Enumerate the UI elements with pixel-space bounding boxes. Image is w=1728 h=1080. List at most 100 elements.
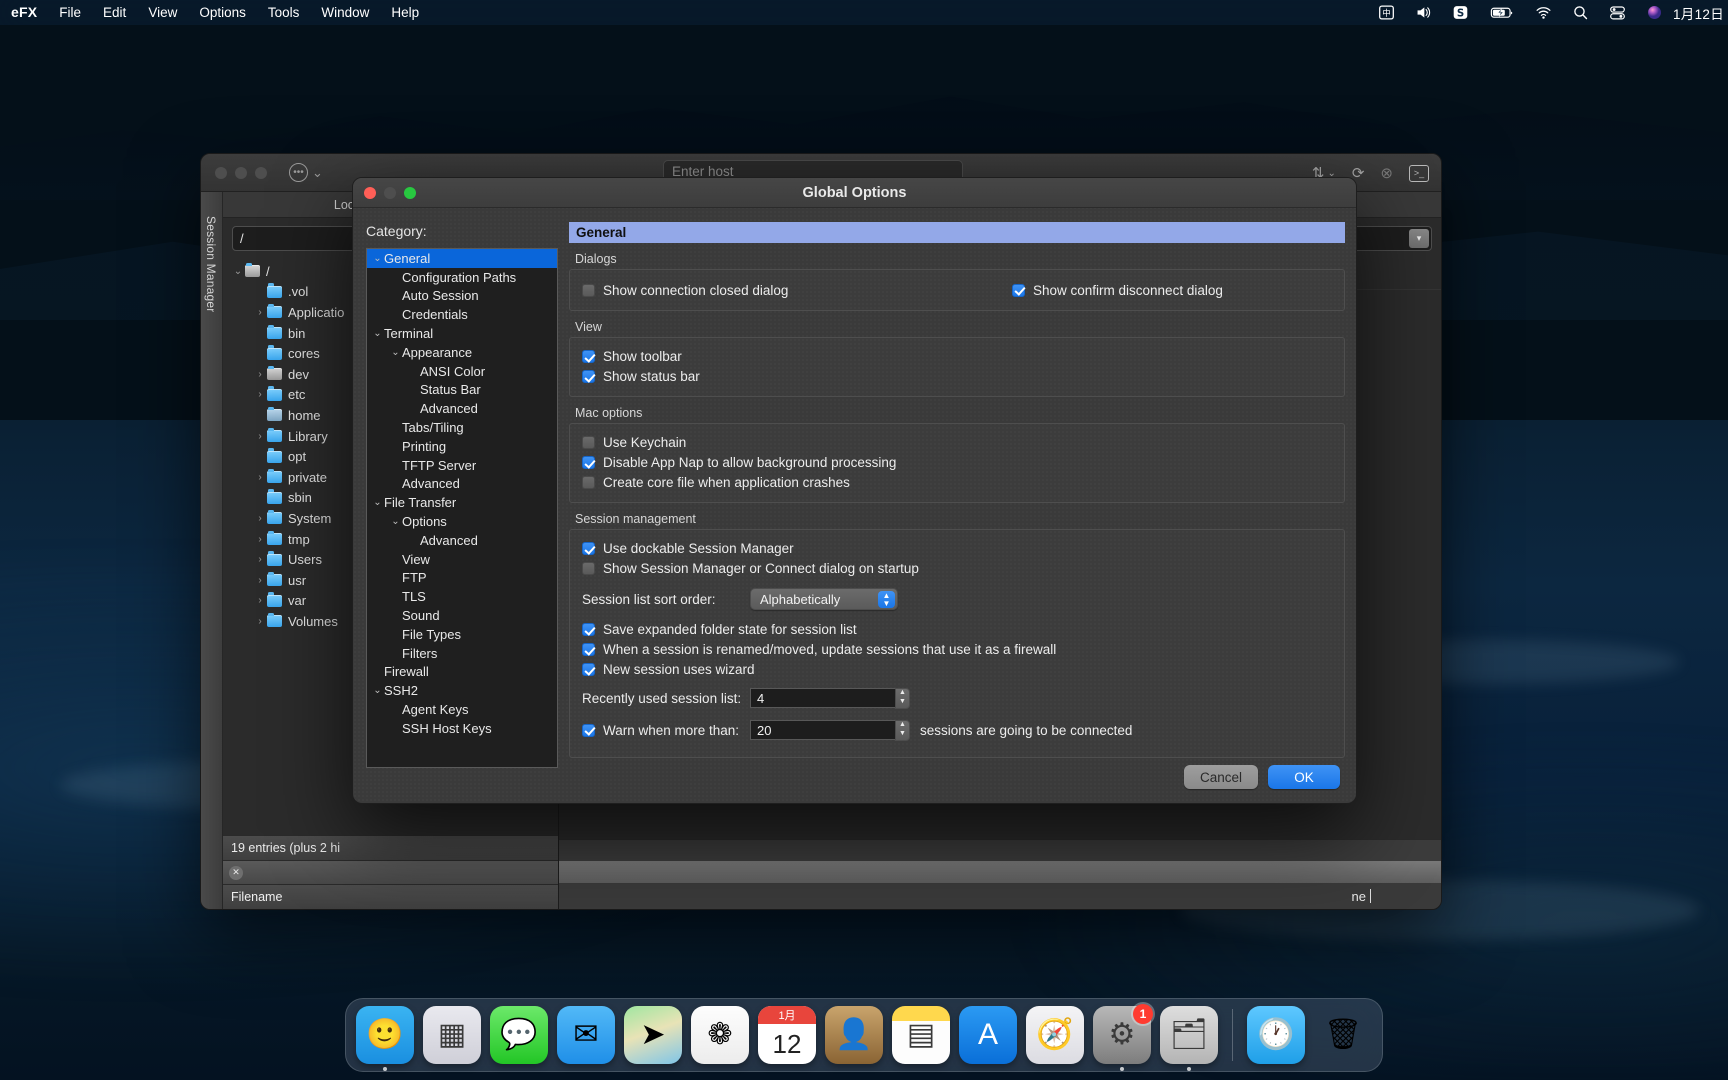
category-item-filters[interactable]: Filters — [367, 644, 557, 663]
sort-order-select[interactable]: Alphabetically ▲ ▼ — [750, 588, 898, 610]
checkbox-box[interactable] — [582, 350, 595, 363]
category-tree[interactable]: ⌄ General Configuration Paths Auto Session C… — [366, 248, 558, 768]
disconnect-icon[interactable]: ⊗ — [1380, 164, 1393, 182]
category-item-file-types[interactable]: File Types — [367, 625, 557, 644]
chevron-right-icon[interactable]: › — [253, 575, 267, 586]
chevron-down-icon[interactable]: ⌄ — [371, 253, 384, 264]
checkbox-create-core-file[interactable]: Create core file when application crashe… — [582, 473, 1332, 492]
dock[interactable]: 🙂 ▦ 💬 ✉ ➤ ❁ 1月 12 👤 ▤ A 🧭 ⚙ 1 🗂 🕐 🗑 — [345, 998, 1383, 1072]
category-item-credentials[interactable]: Credentials — [367, 305, 557, 324]
category-item-printing[interactable]: Printing — [367, 437, 557, 456]
remote-filter-bar[interactable] — [559, 861, 1441, 883]
category-item-tftp-server[interactable]: TFTP Server — [367, 456, 557, 475]
checkbox-box[interactable] — [582, 370, 595, 383]
sogou-icon[interactable]: S — [1442, 0, 1479, 25]
chevron-right-icon[interactable]: › — [253, 431, 267, 442]
checkbox-use-keychain[interactable]: Use Keychain — [582, 433, 1332, 452]
menu-item-tools[interactable]: Tools — [257, 0, 311, 25]
stepper-arrows-icon[interactable]: ▲ ▼ — [895, 719, 910, 741]
checkbox-box[interactable] — [582, 456, 595, 469]
category-item-auto-session[interactable]: Auto Session — [367, 287, 557, 306]
terminal-icon[interactable]: >_ — [1409, 164, 1429, 182]
checkbox-box[interactable] — [582, 723, 595, 737]
wifi-icon[interactable] — [1525, 0, 1562, 25]
control-center-icon[interactable] — [1599, 0, 1636, 25]
menu-clock[interactable]: 1月12日 — [1673, 3, 1728, 23]
chevron-right-icon[interactable]: › — [253, 472, 267, 483]
menu-item-options[interactable]: Options — [188, 0, 257, 25]
close-icon[interactable] — [215, 166, 227, 179]
dock-item-safari[interactable]: 🧭 — [1026, 1006, 1084, 1064]
checkbox-show-confirm-disconnect-dialog[interactable]: Show confirm disconnect dialog — [1012, 281, 1223, 300]
menu-app-name[interactable]: eFX — [0, 0, 48, 25]
filename-column-header[interactable]: Filename — [223, 884, 558, 909]
warn-threshold-input[interactable]: 20 — [750, 720, 895, 740]
category-item-view[interactable]: View — [367, 550, 557, 569]
category-item-ssh2[interactable]: ⌄ SSH2 — [367, 681, 557, 700]
minimize-icon[interactable] — [235, 166, 247, 179]
dock-item-finder[interactable]: 🙂 — [356, 1006, 414, 1071]
dock-item-mail[interactable]: ✉ — [557, 1006, 615, 1064]
chevron-right-icon[interactable]: › — [253, 616, 267, 627]
category-item-tls[interactable]: TLS — [367, 587, 557, 606]
category-item-status-bar[interactable]: Status Bar — [367, 381, 557, 400]
checkbox-box[interactable] — [582, 623, 595, 636]
chevron-right-icon[interactable]: › — [253, 534, 267, 545]
search-icon[interactable] — [1562, 0, 1599, 25]
checkbox-show-toolbar[interactable]: Show toolbar — [582, 347, 1332, 366]
chevron-right-icon[interactable]: › — [253, 554, 267, 565]
input-source-icon[interactable]: 中 — [1368, 0, 1405, 25]
category-item-agent-keys[interactable]: Agent Keys — [367, 700, 557, 719]
recent-session-input[interactable]: 4 — [750, 688, 895, 708]
menu-item-window[interactable]: Window — [310, 0, 380, 25]
checkbox-box[interactable] — [1012, 283, 1025, 297]
dock-item-launchpad[interactable]: ▦ — [423, 1006, 481, 1064]
checkbox-show-status-bar[interactable]: Show status bar — [582, 367, 1332, 386]
dock-item-app-store[interactable]: A — [959, 1006, 1017, 1064]
remote-column-header[interactable]: ne — [559, 883, 1441, 909]
ok-button[interactable]: OK — [1268, 765, 1340, 789]
category-item-configuration-paths[interactable]: Configuration Paths — [367, 268, 557, 287]
chevron-right-icon[interactable]: › — [253, 595, 267, 606]
menu-item-edit[interactable]: Edit — [92, 0, 137, 25]
clear-filter-icon[interactable]: ✕ — [229, 865, 243, 880]
recent-session-stepper[interactable]: 4 ▲ ▼ — [750, 687, 910, 709]
menu-item-help[interactable]: Help — [380, 0, 430, 25]
dock-item-maps[interactable]: ➤ — [624, 1006, 682, 1064]
chevron-down-icon[interactable]: ▾ — [1409, 229, 1429, 248]
battery-icon[interactable] — [1479, 0, 1525, 25]
more-options-icon[interactable]: ••• — [289, 163, 308, 182]
warn-threshold-stepper[interactable]: 20 ▲ ▼ — [750, 719, 910, 741]
category-item-options[interactable]: ⌄ Options — [367, 512, 557, 531]
dock-item-system-preferences[interactable]: ⚙ 1 — [1093, 1004, 1153, 1071]
checkbox-box[interactable] — [582, 562, 595, 575]
checkbox-update-firewall-sessions[interactable]: When a session is renamed/moved, update … — [582, 640, 1332, 659]
dock-item-notes[interactable]: ▤ — [892, 1006, 950, 1064]
checkbox-save-expanded-folder-state[interactable]: Save expanded folder state for session l… — [582, 620, 1332, 639]
chevron-down-icon[interactable]: ⌄ — [231, 266, 245, 277]
category-item-sound[interactable]: Sound — [367, 606, 557, 625]
dock-item-calendar[interactable]: 1月 12 — [758, 1006, 816, 1064]
category-item-ssh-host-keys[interactable]: SSH Host Keys — [367, 719, 557, 738]
category-item-general[interactable]: ⌄ General — [367, 249, 557, 268]
checkbox-box[interactable] — [582, 663, 595, 676]
checkbox-disable-app-nap[interactable]: Disable App Nap to allow background proc… — [582, 453, 1332, 472]
stepper-arrows-icon[interactable]: ▲ ▼ — [895, 687, 910, 709]
category-item-advanced[interactable]: Advanced — [367, 531, 557, 550]
dock-item-photos[interactable]: ❁ — [691, 1006, 749, 1064]
checkbox-box[interactable] — [582, 283, 595, 297]
checkbox-box[interactable] — [582, 542, 595, 555]
category-item-tabs-tiling[interactable]: Tabs/Tiling — [367, 418, 557, 437]
category-item-firewall[interactable]: Firewall — [367, 663, 557, 682]
category-item-file-transfer[interactable]: ⌄ File Transfer — [367, 493, 557, 512]
checkbox-warn-when-more-than[interactable]: Warn when more than: — [582, 721, 750, 740]
chevron-down-icon[interactable]: ⌄ — [371, 497, 384, 508]
chevron-up-down-icon[interactable]: ▲ ▼ — [878, 591, 895, 608]
checkbox-box[interactable] — [582, 436, 595, 449]
menu-item-file[interactable]: File — [48, 0, 92, 25]
session-manager-tab[interactable]: Session Manager — [201, 192, 223, 909]
category-item-ftp[interactable]: FTP — [367, 569, 557, 588]
chevron-down-icon[interactable]: ⌄ — [371, 685, 384, 696]
global-options-dialog[interactable]: Global Options Category: ⌄ General Configu… — [352, 177, 1357, 804]
checkbox-show-session-manager-on-startup[interactable]: Show Session Manager or Connect dialog o… — [582, 559, 1332, 578]
